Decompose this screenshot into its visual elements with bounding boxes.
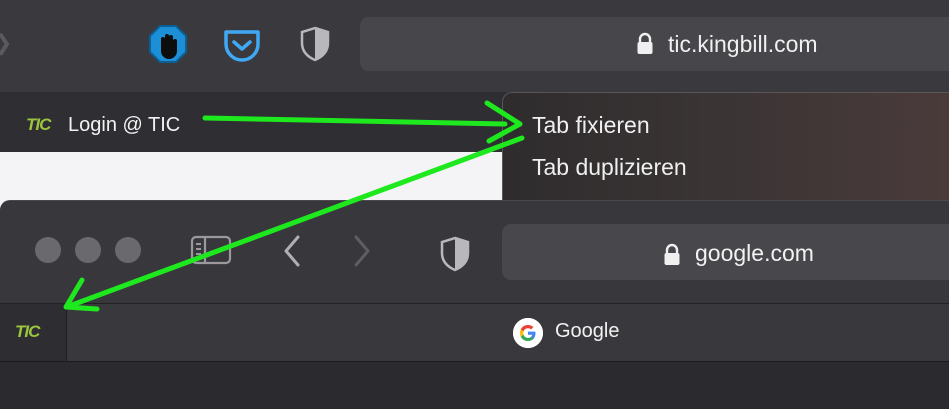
privacy-shield-icon[interactable] [440, 236, 470, 277]
address-bar-url: tic.kingbill.com [668, 31, 818, 57]
address-bar[interactable] [360, 17, 949, 71]
lock-icon [636, 32, 654, 61]
tab-title[interactable]: Login @ TIC [68, 114, 180, 137]
window-close-button[interactable] [35, 237, 61, 263]
page-content [0, 361, 949, 409]
chevron-left-icon[interactable]: ❯ [0, 30, 12, 56]
pocket-icon[interactable] [222, 26, 262, 66]
menu-item-duplicate-tab[interactable]: Tab duplizieren [532, 154, 687, 181]
menu-item-pin-tab[interactable]: Tab fixieren [532, 112, 650, 139]
tic-favicon-icon: TIC [15, 322, 40, 341]
back-arrow-icon[interactable] [282, 234, 302, 273]
window-zoom-button[interactable] [115, 237, 141, 263]
window-minimize-button[interactable] [75, 237, 101, 263]
address-bar-url: google.com [695, 240, 814, 266]
front-window-tab-bar [0, 303, 949, 362]
google-favicon-icon [513, 318, 543, 348]
tab-title[interactable]: Google [555, 320, 620, 343]
forward-arrow-icon[interactable] [352, 234, 372, 273]
tab-context-menu [502, 92, 949, 206]
lock-icon [663, 243, 681, 272]
privacy-shield-icon[interactable] [300, 26, 340, 66]
adblock-hand-icon[interactable] [148, 24, 188, 64]
tic-favicon-icon: TIC [26, 115, 51, 134]
sidebar-icon[interactable] [190, 234, 232, 271]
